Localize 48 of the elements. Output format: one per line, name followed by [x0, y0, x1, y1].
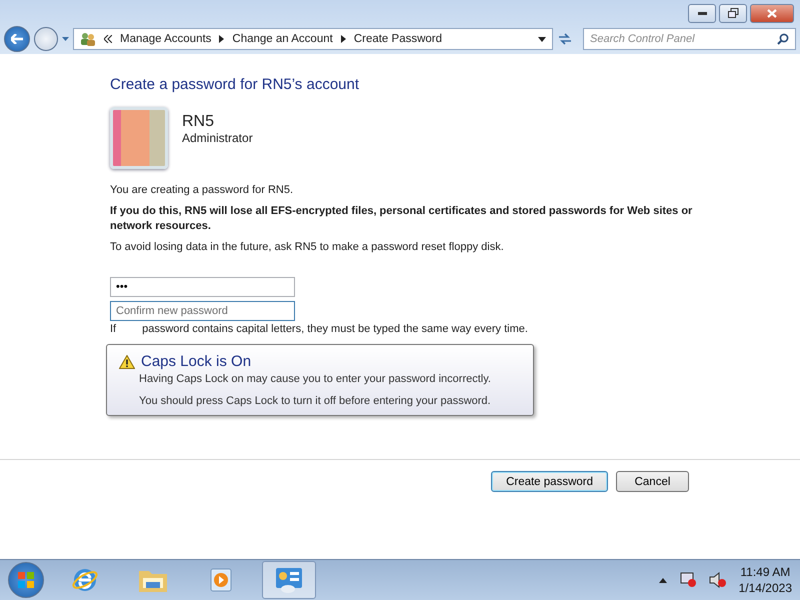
network-error-icon[interactable] — [678, 572, 697, 588]
close-icon — [767, 8, 777, 18]
warning-icon — [119, 354, 135, 368]
left-arrow-icon — [11, 34, 23, 44]
tooltip-text: Having Caps Lock on may cause you to enter your password incorrectly. — [139, 373, 492, 385]
dropdown-icon[interactable] — [538, 36, 546, 42]
password-field[interactable]: ••• — [110, 277, 295, 297]
cancel-button[interactable]: Cancel — [616, 471, 689, 492]
refresh-icon[interactable] — [557, 32, 573, 46]
close-button[interactable] — [750, 4, 794, 22]
hint-text: If — [110, 323, 116, 336]
globe-e-icon — [71, 566, 99, 594]
users-icon — [80, 32, 96, 46]
minimize-icon — [698, 12, 706, 14]
speaker-muted-icon[interactable] — [708, 572, 727, 588]
address-bar[interactable]: Manage Accounts Change an Account Create Password — [73, 28, 553, 50]
double-chevron-icon — [104, 35, 112, 43]
create-password-button[interactable]: Create password — [491, 471, 608, 492]
restore-icon — [728, 8, 738, 18]
confirm-password-field[interactable]: Confirm new password — [110, 301, 295, 321]
clock[interactable]: 11:49 AM 1/14/2023 — [738, 564, 792, 596]
search-placeholder: Search Control Panel — [590, 33, 695, 45]
account-picture — [110, 107, 168, 169]
breadcrumb-link[interactable]: Create Password — [354, 33, 442, 45]
taskbar-button[interactable] — [262, 561, 316, 599]
breadcrumb-arrow-icon — [340, 35, 346, 43]
tooltip-text: You should press Caps Lock to turn it off before entering your password. — [139, 395, 492, 407]
breadcrumb-link[interactable]: Change an Account — [232, 33, 333, 45]
hint-text: password contains capital letters, they must be typed the same way every time. — [142, 323, 528, 336]
tooltip-title: Caps Lock is On — [141, 353, 252, 370]
search-icon — [777, 33, 789, 45]
maximize-button[interactable] — [719, 4, 747, 22]
info-text: If you do this, RN5 will lose all EFS-encrypted files, personal certificates and stored passwords for Web sites or network resources. — [110, 204, 694, 234]
account-name: RN5 — [182, 113, 216, 131]
start-button[interactable] — [8, 562, 44, 598]
show-hidden-icons-icon[interactable] — [658, 578, 667, 582]
info-text: To avoid losing data in the future, ask RN5 to make a password reset floppy disk. — [110, 240, 505, 255]
forward-button[interactable] — [34, 27, 58, 51]
account-role: Administrator — [182, 131, 253, 145]
dropdown-icon — [62, 37, 69, 41]
breadcrumb-link[interactable]: Manage Accounts — [120, 33, 212, 45]
windows-logo-icon — [18, 572, 34, 588]
control-panel-icon — [274, 566, 304, 594]
minimize-button[interactable] — [688, 4, 716, 22]
info-text: You are creating a password for RN5. — [110, 183, 294, 198]
page-heading: Create a password for RN5’s account — [110, 76, 360, 93]
back-button[interactable] — [4, 26, 30, 52]
breadcrumb-arrow-icon — [219, 35, 224, 43]
